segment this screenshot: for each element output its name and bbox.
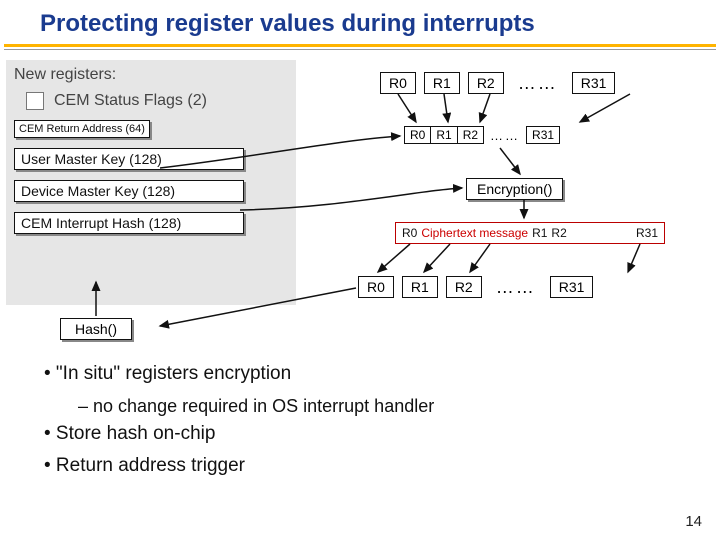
out-r2: R2 (446, 276, 482, 298)
ciphertext-row: R0 Ciphertext message R1 R2 R31 (395, 222, 665, 244)
bullet-insitu: • "In situ" registers encryption (44, 360, 434, 389)
checkbox-icon (26, 92, 44, 110)
ct-r1: R1 (532, 226, 547, 240)
page-number: 14 (685, 513, 702, 530)
device-master-key: Device Master Key (128) (14, 180, 244, 202)
buf-r0: R0 (404, 126, 431, 144)
diagram-area: New registers: CEM Status Flags (2) CEM … (0, 60, 720, 480)
out-r0: R0 (358, 276, 394, 298)
slide-title: Protecting register values during interr… (0, 0, 720, 44)
out-r31: R31 (550, 276, 594, 298)
hash-box: Hash() (60, 318, 132, 340)
title-underline-thin (4, 49, 716, 50)
register-row-top: R0 R1 R2 …… R31 (380, 72, 615, 94)
reg-r31: R31 (572, 72, 616, 94)
registers-panel: New registers: CEM Status Flags (2) CEM … (6, 60, 296, 305)
buf-r2: R2 (458, 126, 484, 144)
reg-r0: R0 (380, 72, 416, 94)
out-r1: R1 (402, 276, 438, 298)
cem-status-flags-label: CEM Status Flags (2) (54, 92, 207, 110)
bullet-return-addr: • Return address trigger (44, 452, 434, 481)
user-master-key: User Master Key (128) (14, 148, 244, 170)
buf-r31: R31 (526, 126, 560, 144)
title-underline (4, 44, 716, 47)
ellipsis: …… (484, 128, 526, 143)
bullet-store-hash: • Store hash on-chip (44, 420, 434, 449)
ellipsis: …… (512, 73, 564, 94)
bullet-insitu-sub: – no change required in OS interrupt han… (78, 393, 434, 420)
cem-return-address: CEM Return Address (64) (14, 120, 150, 138)
ct-r2: R2 (551, 226, 566, 240)
cem-status-flags: CEM Status Flags (2) (26, 92, 288, 110)
encryption-box: Encryption() (466, 178, 563, 200)
buf-r1: R1 (431, 126, 457, 144)
reg-r1: R1 (424, 72, 460, 94)
ct-r0: R0 (402, 226, 417, 240)
reg-r2: R2 (468, 72, 504, 94)
ellipsis: …… (490, 277, 542, 298)
register-row-buffer: R0 R1 R2 …… R31 (404, 126, 560, 144)
cem-interrupt-hash: CEM Interrupt Hash (128) (14, 212, 244, 234)
bullet-list: • "In situ" registers encryption – no ch… (44, 360, 434, 485)
register-row-bottom: R0 R1 R2 …… R31 (358, 276, 593, 298)
ct-r31: R31 (636, 226, 658, 240)
ct-label: Ciphertext message (421, 226, 528, 240)
panel-heading: New registers: (14, 66, 288, 84)
